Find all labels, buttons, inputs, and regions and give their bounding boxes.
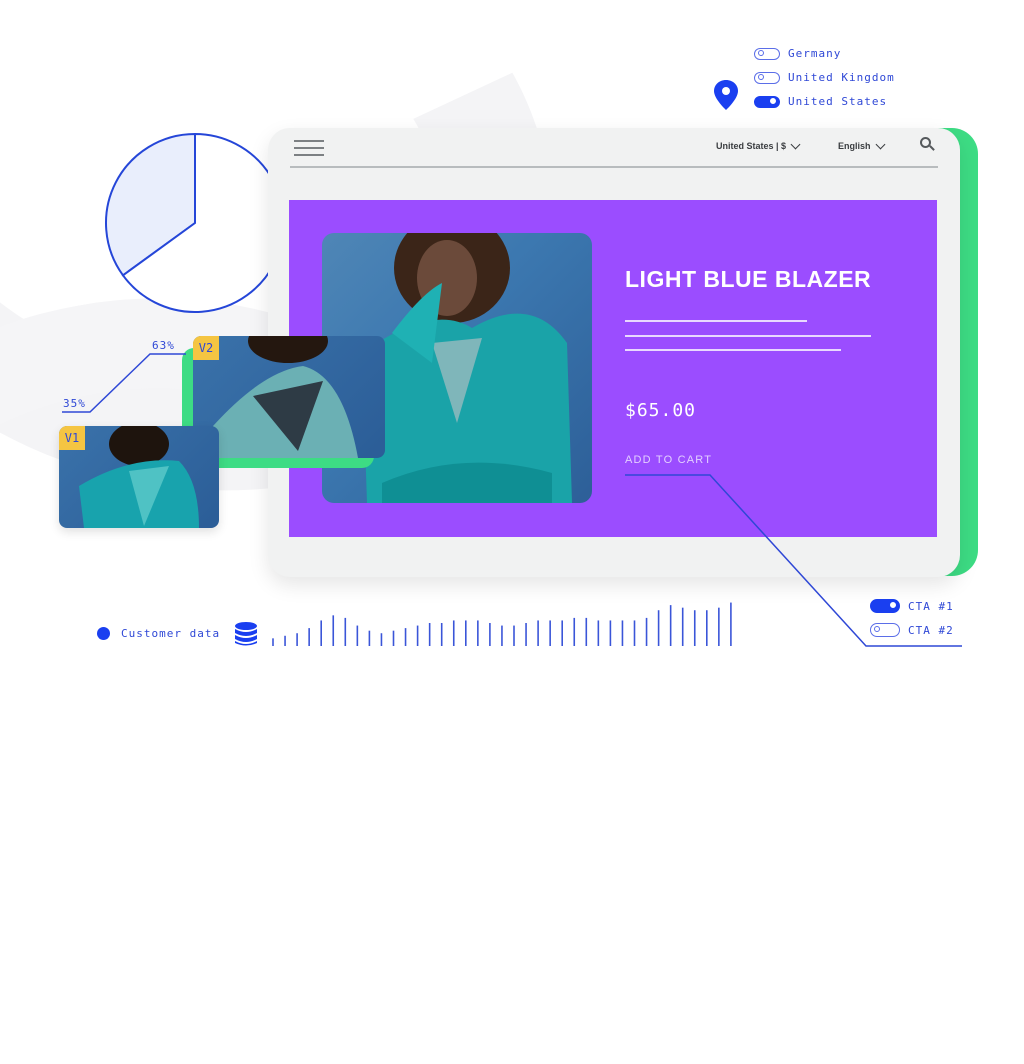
product-hero: LIGHT BLUE BLAZER $65.00 ADD TO CART	[289, 200, 937, 537]
toggle-switch[interactable]	[870, 599, 900, 613]
toggle-switch[interactable]	[754, 47, 780, 60]
toggle-switch[interactable]	[754, 95, 780, 108]
region-currency-label: United States | $	[716, 141, 787, 151]
variant-v2-conversion: 63%	[152, 339, 175, 352]
toggle-label: United Kingdom	[788, 71, 895, 84]
database-icon	[235, 622, 257, 646]
toggle-label: CTA #1	[908, 599, 954, 613]
toggle-label: Germany	[788, 47, 842, 60]
variant-badge: V2	[193, 336, 219, 360]
cta-toggle-2[interactable]: CTA #2	[870, 623, 954, 637]
map-pin-icon	[714, 80, 738, 110]
customer-data-label: Customer data	[121, 627, 221, 640]
variant-card-v1[interactable]: V1	[59, 426, 219, 528]
toggle-label: CTA #2	[908, 623, 954, 637]
add-to-cart-button[interactable]: ADD TO CART	[625, 454, 712, 466]
description-line	[625, 349, 841, 351]
description-line	[625, 320, 807, 322]
language-label: English	[838, 141, 871, 151]
variant-card-v2[interactable]: V2	[193, 336, 385, 458]
hamburger-icon[interactable]	[294, 140, 324, 156]
region-currency-selector[interactable]: United States | $	[716, 139, 801, 151]
customer-data-bar-chart	[272, 602, 732, 646]
variant-v1-conversion: 35%	[63, 397, 86, 410]
language-selector[interactable]: English	[838, 139, 885, 151]
description-line	[625, 335, 871, 337]
variant-badge: V1	[59, 426, 85, 450]
store-navbar: United States | $ English	[290, 128, 938, 168]
chevron-down-icon	[790, 139, 801, 149]
chevron-down-icon	[875, 139, 885, 149]
pie-chart	[105, 132, 285, 313]
toggle-label: United States	[788, 95, 888, 108]
toggle-switch[interactable]	[870, 623, 900, 637]
cta-toggle-1[interactable]: CTA #1	[870, 599, 954, 613]
toggle-switch[interactable]	[754, 71, 780, 84]
product-title: LIGHT BLUE BLAZER	[625, 266, 872, 292]
customer-data-dot-icon	[97, 627, 110, 640]
region-toggle-united-states[interactable]: United States	[754, 95, 887, 108]
search-icon[interactable]	[920, 137, 935, 151]
region-toggle-germany[interactable]: Germany	[754, 47, 841, 60]
product-price: $65.00	[625, 400, 697, 421]
region-toggle-united-kingdom[interactable]: United Kingdom	[754, 71, 895, 84]
